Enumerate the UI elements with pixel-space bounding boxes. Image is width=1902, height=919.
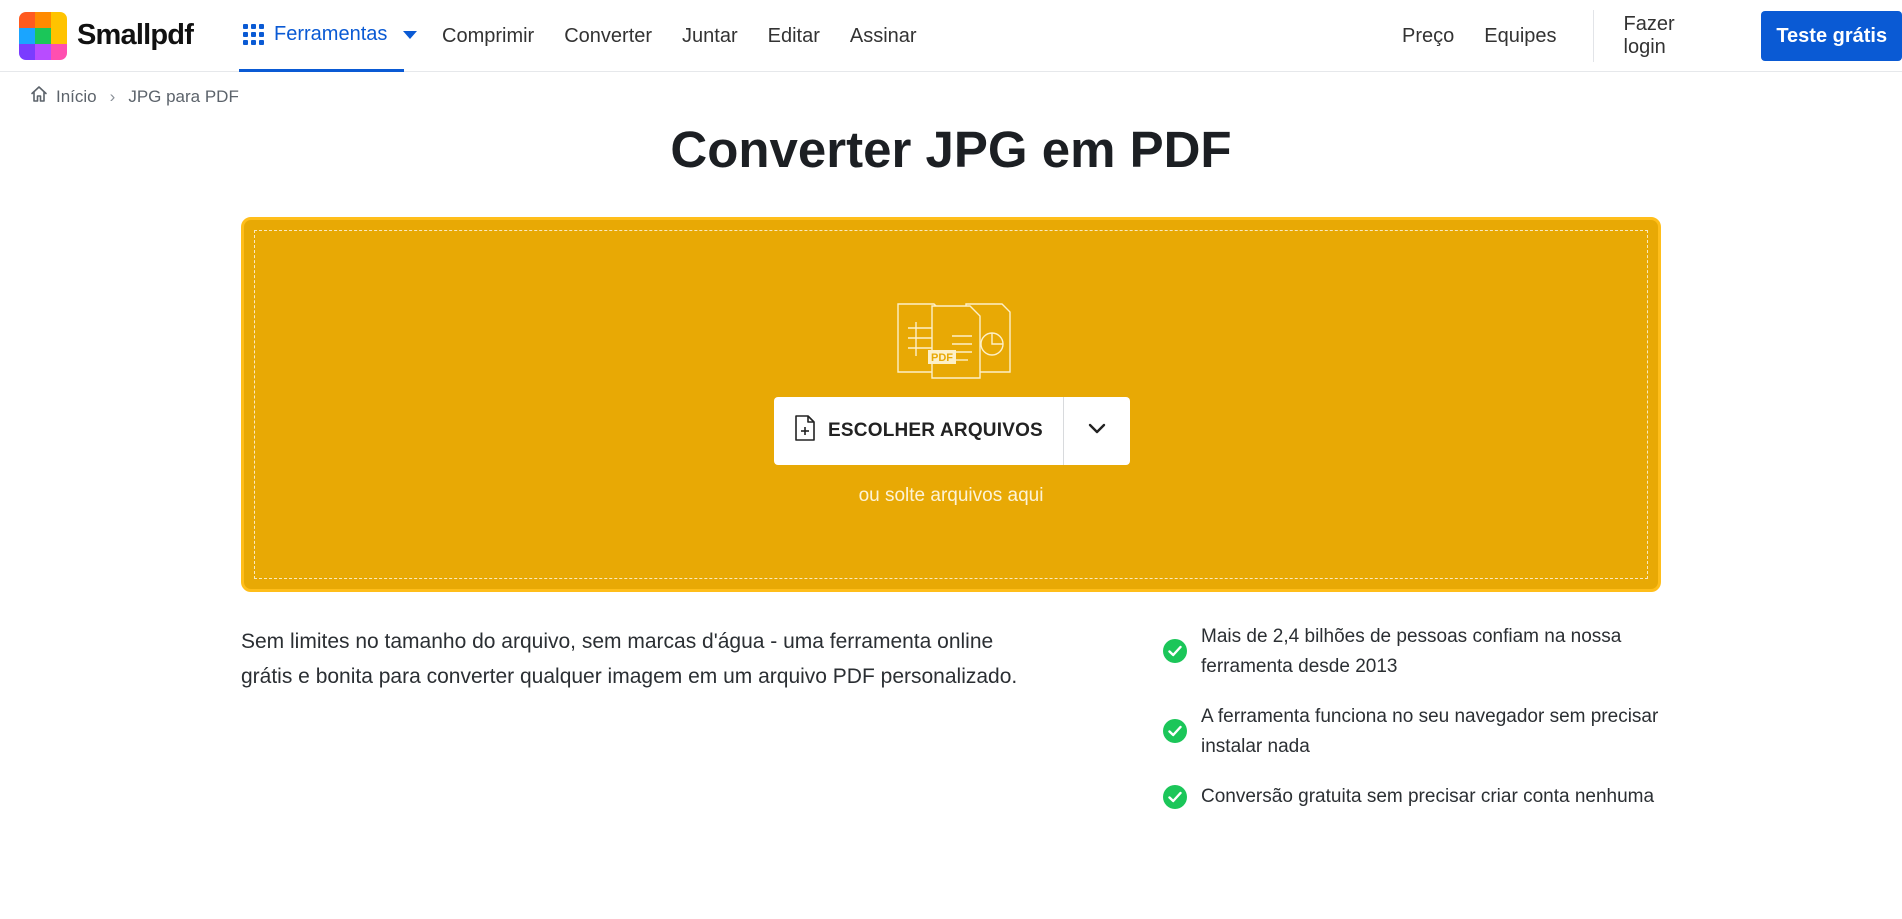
breadcrumb-current: JPG para PDF bbox=[128, 86, 239, 106]
logo-tile bbox=[35, 43, 51, 60]
feature-item: Conversão gratuita sem precisar criar co… bbox=[1163, 782, 1663, 812]
pdf-badge-text: PDF bbox=[931, 352, 953, 364]
caret-down-icon bbox=[403, 30, 418, 39]
logo-tile bbox=[51, 27, 67, 44]
top-header: Smallpdf Ferramentas Comprimir Converter… bbox=[0, 0, 1902, 72]
login-link[interactable]: Fazer login bbox=[1624, 13, 1722, 59]
account-nav: Preço Equipes Fazer login Teste grátis bbox=[1402, 0, 1902, 72]
feature-text: Mais de 2,4 bilhões de pessoas confiam n… bbox=[1201, 626, 1622, 677]
logo-tile bbox=[51, 43, 67, 60]
tools-menu-button[interactable]: Ferramentas bbox=[239, 0, 418, 72]
logo-tile bbox=[19, 43, 35, 60]
feature-list: Mais de 2,4 bilhões de pessoas confiam n… bbox=[1163, 622, 1663, 832]
check-circle-icon bbox=[1163, 785, 1187, 809]
tools-menu-label: Ferramentas bbox=[274, 23, 388, 45]
logo-tile bbox=[51, 11, 67, 28]
check-circle-icon bbox=[1163, 719, 1187, 743]
free-trial-button[interactable]: Teste grátis bbox=[1761, 11, 1902, 61]
choose-files-label: ESCOLHER ARQUIVOS bbox=[828, 420, 1043, 441]
teams-link[interactable]: Equipes bbox=[1484, 25, 1556, 48]
brand-name: Smallpdf bbox=[77, 19, 194, 51]
smallpdf-logo-link[interactable]: Smallpdf bbox=[19, 10, 194, 61]
add-file-icon bbox=[794, 415, 816, 447]
nav-link-comprimir[interactable]: Comprimir bbox=[442, 25, 534, 48]
logo-tile bbox=[19, 27, 35, 44]
breadcrumb: Início › JPG para PDF bbox=[29, 84, 239, 109]
file-dropzone[interactable]: PDF ESCOLHER ARQUIVOS ou solte arquivos … bbox=[241, 217, 1661, 592]
header-divider bbox=[1592, 10, 1594, 62]
smallpdf-logo-icon bbox=[19, 11, 67, 60]
home-icon bbox=[29, 84, 49, 109]
nav-link-assinar[interactable]: Assinar bbox=[850, 25, 917, 48]
feature-text: A ferramenta funciona no seu navegador s… bbox=[1201, 706, 1659, 757]
feature-text: Conversão gratuita sem precisar criar co… bbox=[1201, 786, 1655, 807]
feature-item: A ferramenta funciona no seu navegador s… bbox=[1163, 702, 1663, 762]
logo-tile bbox=[19, 11, 35, 28]
check-circle-icon bbox=[1163, 639, 1187, 663]
choose-files-group: ESCOLHER ARQUIVOS bbox=[774, 397, 1130, 465]
breadcrumb-home-link[interactable]: Início bbox=[56, 87, 97, 107]
nav-link-juntar[interactable]: Juntar bbox=[682, 25, 738, 48]
page-title: Converter JPG em PDF bbox=[670, 121, 1232, 178]
main-nav: Comprimir Converter Juntar Editar Assina… bbox=[442, 0, 917, 72]
nav-link-editar[interactable]: Editar bbox=[768, 25, 820, 48]
choose-files-button[interactable]: ESCOLHER ARQUIVOS bbox=[774, 397, 1063, 465]
chevron-down-icon bbox=[1088, 422, 1106, 440]
logo-tile bbox=[35, 27, 51, 44]
drop-hint-text: ou solte arquivos aqui bbox=[858, 485, 1044, 506]
tool-description: Sem limites no tamanho do arquivo, sem m… bbox=[241, 630, 1018, 688]
feature-item: Mais de 2,4 bilhões de pessoas confiam n… bbox=[1163, 622, 1663, 682]
apps-grid-icon bbox=[243, 24, 264, 45]
logo-tile bbox=[35, 11, 51, 28]
breadcrumb-separator: › bbox=[109, 86, 116, 106]
upload-options-dropdown[interactable] bbox=[1064, 397, 1130, 465]
documents-illustration-icon: PDF bbox=[894, 300, 1019, 385]
pricing-link[interactable]: Preço bbox=[1402, 25, 1454, 48]
nav-link-converter[interactable]: Converter bbox=[564, 25, 652, 48]
